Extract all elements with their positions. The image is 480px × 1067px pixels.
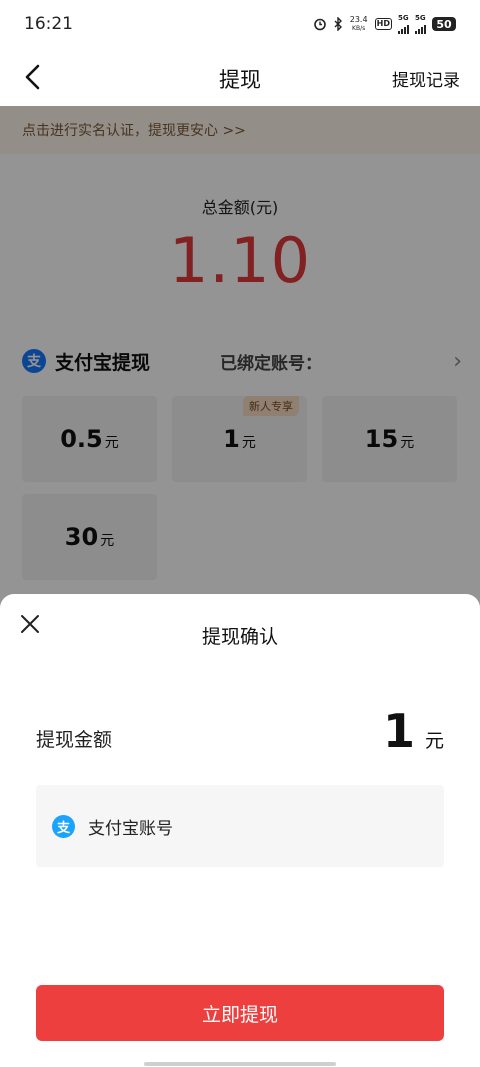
alipay-account-label: 支付宝账号 <box>88 818 173 839</box>
home-indicator <box>144 1062 336 1066</box>
nav-bar: 提现 提现记录 <box>0 48 480 106</box>
battery-icon: 50 <box>432 17 456 31</box>
alarm-icon <box>313 17 327 31</box>
withdraw-confirm-sheet: 提现确认 提现金额 1 元 支 支付宝账号 立即提现 <box>0 594 480 1067</box>
withdraw-amount-value: 1 <box>382 704 415 758</box>
signal-icon: 5G <box>415 13 426 34</box>
withdraw-amount-label: 提现金额 <box>36 729 113 751</box>
network-speed: 23.4 KB/s <box>349 14 369 33</box>
withdraw-record-link[interactable]: 提现记录 <box>392 66 460 91</box>
status-icons: 23.4 KB/s HD 5G 5G 50 <box>313 13 456 34</box>
status-time: 16:21 <box>24 14 73 34</box>
sheet-title: 提现确认 <box>201 626 278 648</box>
signal-label: 5G <box>415 13 426 22</box>
status-bar: 16:21 23.4 KB/s HD 5G 5G 50 <box>0 0 480 48</box>
alipay-account-box[interactable]: 支 支付宝账号 <box>36 785 444 867</box>
speed-unit: KB/s <box>352 24 366 32</box>
signal-icon: 5G <box>398 13 409 34</box>
withdraw-amount-unit: 元 <box>424 730 444 752</box>
alipay-icon: 支 <box>52 814 75 838</box>
signal-label: 5G <box>398 13 409 22</box>
hd-icon: HD <box>374 18 392 30</box>
bluetooth-icon <box>333 17 343 31</box>
withdraw-now-button[interactable]: 立即提现 <box>36 985 444 1041</box>
withdraw-amount: 1 元 <box>383 704 444 758</box>
speed-value: 23.4 <box>349 14 368 24</box>
